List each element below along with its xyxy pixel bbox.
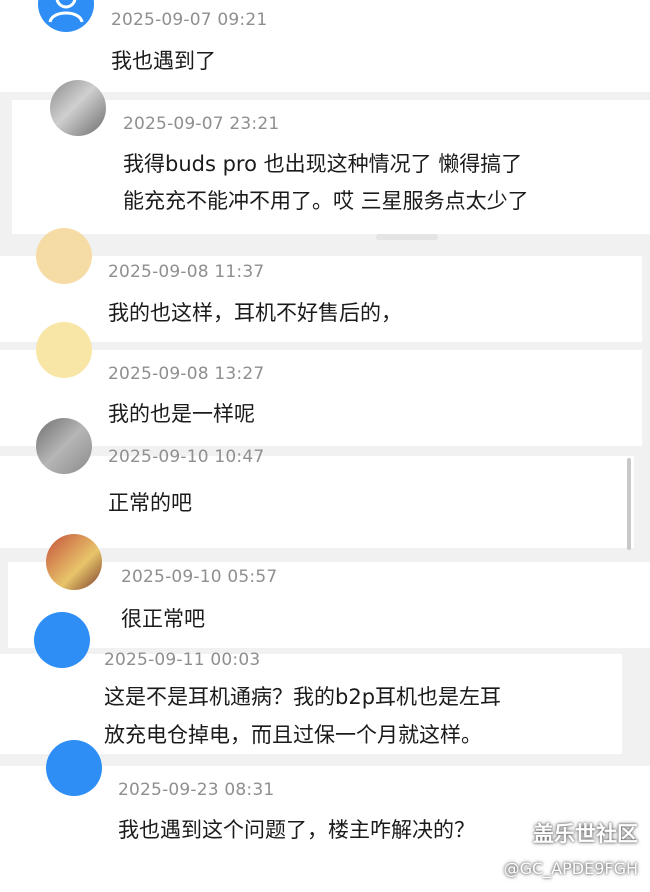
comment-text: 我得buds pro 也出现这种情况了 懒得搞了 — [123, 152, 523, 176]
comment-timestamp: 2025-09-11 00:03 — [104, 650, 261, 670]
comment-text: 我也遇到这个问题了，楼主咋解决的？ — [118, 818, 475, 842]
watermark-title: 盖乐世社区 — [533, 822, 638, 846]
comment-timestamp: 2025-09-07 09:21 — [111, 10, 268, 30]
comment-timestamp: 2025-09-08 13:27 — [108, 364, 265, 384]
user-avatar-icon[interactable] — [38, 0, 94, 32]
comment-text: 放充电仓掉电，而且过保一个月就这样。 — [104, 723, 482, 747]
default-user-icon — [48, 0, 84, 23]
comment-card — [0, 350, 642, 446]
comment-card — [8, 562, 650, 648]
user-avatar-icon[interactable] — [36, 418, 92, 474]
comment-timestamp: 2025-09-10 05:57 — [121, 567, 278, 587]
watermark-user: @GC_APDE9FGH — [503, 859, 638, 878]
user-avatar-icon[interactable] — [46, 534, 102, 590]
comment-text: 我也遇到了 — [111, 49, 216, 73]
comment-text: 这是不是耳机通病？我的b2p耳机也是左耳 — [104, 685, 502, 709]
comment-text: 正常的吧 — [108, 491, 192, 515]
comment-timestamp: 2025-09-10 10:47 — [108, 447, 265, 467]
comment-text: 很正常吧 — [121, 607, 205, 631]
user-avatar-icon[interactable] — [34, 612, 90, 668]
user-avatar-icon[interactable] — [46, 740, 102, 796]
comment-text: 能充充不能冲不用了。哎 三星服务点太少了 — [123, 189, 529, 213]
comment-text: 我的也这样，耳机不好售后的， — [108, 301, 402, 325]
comment-card — [0, 456, 634, 548]
user-avatar-icon[interactable] — [50, 80, 106, 136]
user-avatar-icon[interactable] — [36, 228, 92, 284]
comment-timestamp: 2025-09-07 23:21 — [123, 114, 280, 134]
comment-card — [0, 0, 650, 92]
drag-handle — [376, 234, 438, 240]
scrollbar[interactable] — [627, 458, 631, 550]
user-avatar-icon[interactable] — [36, 322, 92, 378]
comment-text: 我的也是一样呢 — [108, 402, 255, 426]
comment-timestamp: 2025-09-23 08:31 — [118, 780, 275, 800]
comment-timestamp: 2025-09-08 11:37 — [108, 262, 265, 282]
